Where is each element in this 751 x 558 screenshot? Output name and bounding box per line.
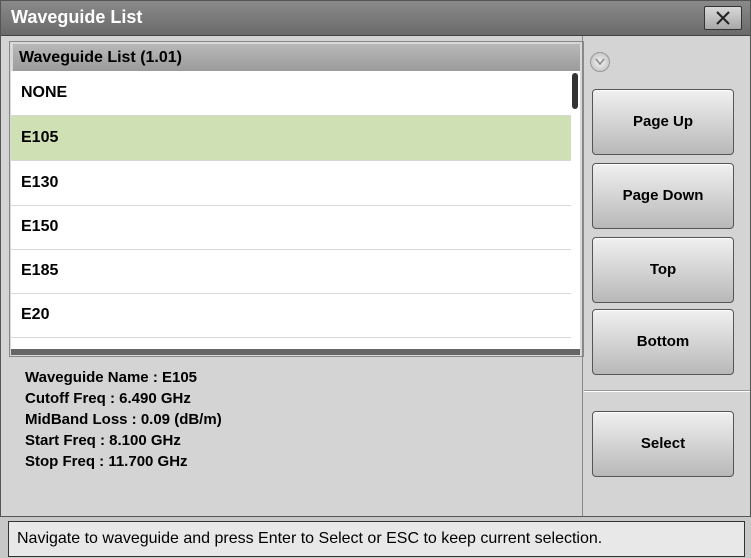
- waveguide-dialog: Waveguide List Waveguide List (1.01) NON…: [0, 0, 751, 517]
- page-up-button[interactable]: Page Up: [592, 89, 734, 155]
- bottom-button[interactable]: Bottom: [592, 309, 734, 375]
- close-icon: [716, 11, 730, 25]
- list-item-e130[interactable]: E130: [11, 161, 571, 206]
- list-scrollbar[interactable]: [572, 73, 578, 109]
- status-text: Navigate to waveguide and press Enter to…: [17, 530, 603, 547]
- title-bar: Waveguide List: [1, 1, 750, 36]
- button-divider-highlight: [584, 391, 750, 392]
- info-start: Start Freq : 8.100 GHz: [25, 432, 181, 449]
- list-header-label: Waveguide List (1.01): [19, 49, 182, 66]
- list-item-none[interactable]: NONE: [11, 71, 571, 116]
- list-item-label: NONE: [21, 84, 68, 101]
- waveguide-info: Waveguide Name : E105 Cutoff Freq : 6.49…: [25, 367, 222, 472]
- select-button[interactable]: Select: [592, 411, 734, 477]
- info-cutoff: Cutoff Freq : 6.490 GHz: [25, 390, 191, 407]
- waveguide-list[interactable]: NONE E105 E130 E150 E185 E20: [11, 71, 580, 349]
- scroll-indicator: [590, 52, 610, 72]
- list-item-label: E130: [21, 174, 59, 191]
- page-down-button[interactable]: Page Down: [592, 163, 734, 229]
- list-item-e105[interactable]: E105: [11, 116, 571, 161]
- panel-separator: [582, 36, 583, 516]
- list-item-label: E150: [21, 218, 59, 235]
- info-stop: Stop Freq : 11.700 GHz: [25, 453, 188, 470]
- status-bar: Navigate to waveguide and press Enter to…: [8, 521, 745, 557]
- list-item-label: E20: [21, 306, 50, 323]
- top-button[interactable]: Top: [592, 237, 734, 303]
- close-button[interactable]: [704, 6, 742, 30]
- list-bottom-border: [11, 349, 580, 355]
- info-midband: MidBand Loss : 0.09 (dB/m): [25, 411, 222, 428]
- list-item-label: E105: [21, 129, 59, 146]
- window-title: Waveguide List: [11, 7, 143, 27]
- list-item-e150[interactable]: E150: [11, 205, 571, 250]
- list-item-e185[interactable]: E185: [11, 249, 571, 294]
- list-item-e20[interactable]: E20: [11, 293, 571, 338]
- list-item-label: E185: [21, 262, 59, 279]
- info-name: Waveguide Name : E105: [25, 369, 198, 386]
- chevron-down-icon: [595, 58, 605, 66]
- list-header: Waveguide List (1.01): [13, 44, 580, 73]
